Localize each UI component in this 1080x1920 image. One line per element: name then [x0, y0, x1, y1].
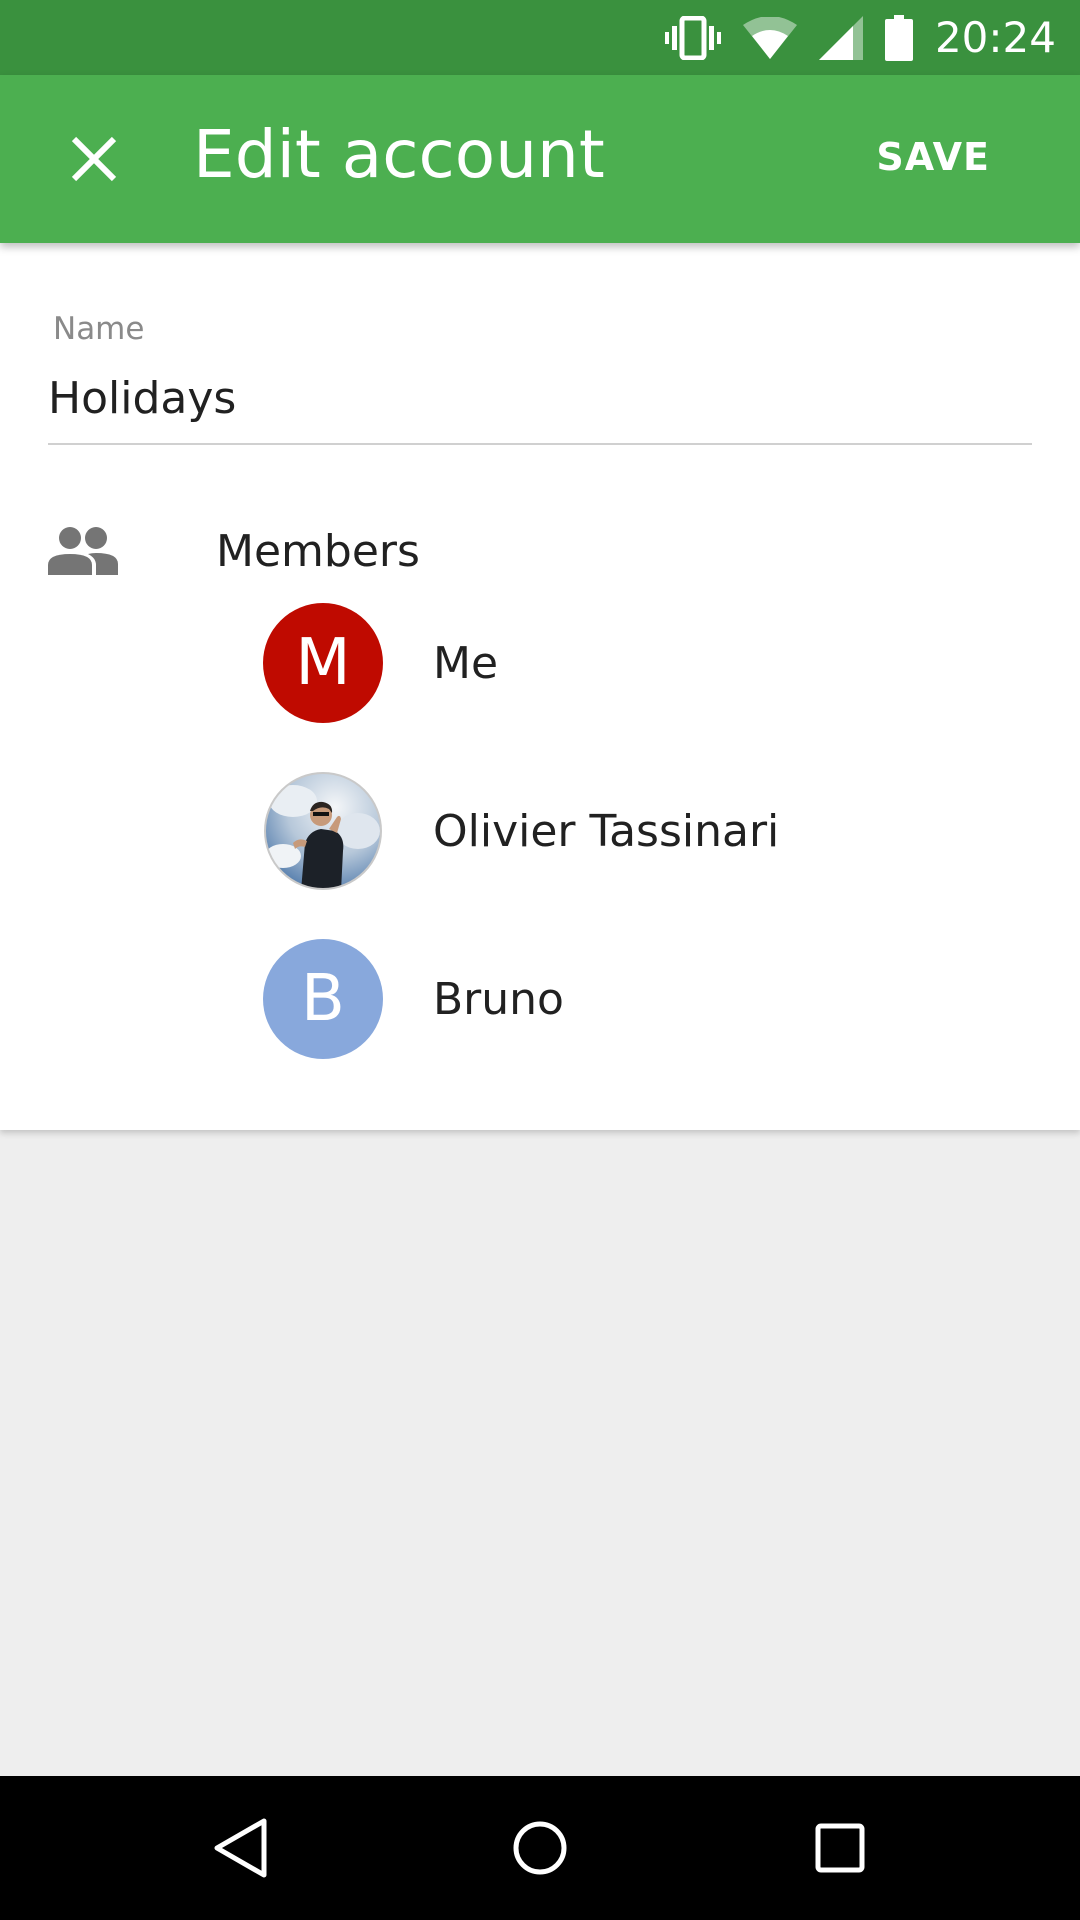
- member-item-olivier-tassinari[interactable]: Olivier Tassinari: [263, 771, 779, 891]
- name-label: Name: [53, 311, 145, 347]
- page-title: Edit account: [193, 116, 605, 193]
- people-icon: [48, 527, 118, 575]
- profile-photo: [264, 772, 382, 890]
- close-button[interactable]: [48, 113, 140, 205]
- home-button[interactable]: [498, 1806, 582, 1890]
- recents-icon: [815, 1823, 865, 1873]
- member-item-me[interactable]: M Me: [263, 603, 498, 723]
- name-input[interactable]: [48, 368, 1032, 428]
- member-name: Me: [433, 637, 499, 689]
- save-button[interactable]: SAVE: [876, 135, 990, 179]
- navigation-bar: [0, 1776, 1080, 1920]
- status-time: 20:24: [934, 13, 1056, 62]
- members-title: Members: [216, 526, 420, 577]
- avatar-initial: M: [295, 626, 351, 700]
- back-button[interactable]: [198, 1806, 282, 1890]
- battery-icon: [884, 14, 913, 61]
- vibrate-icon: [664, 15, 721, 60]
- avatar-initial: B: [301, 962, 345, 1036]
- close-icon: [71, 136, 117, 182]
- avatar: [263, 771, 383, 891]
- avatar: B: [263, 939, 383, 1059]
- avatar: M: [263, 603, 383, 723]
- status-icons: 20:24: [664, 0, 1056, 75]
- back-icon: [214, 1818, 267, 1878]
- wifi-icon: [742, 16, 797, 59]
- cell-signal-icon: [818, 15, 863, 60]
- recents-button[interactable]: [798, 1806, 882, 1890]
- member-item-bruno[interactable]: B Bruno: [263, 939, 564, 1059]
- home-icon: [513, 1821, 567, 1875]
- member-name: Olivier Tassinari: [433, 805, 780, 857]
- name-underline: [48, 443, 1032, 445]
- edit-form-card: Name Members M Me: [0, 243, 1080, 1130]
- status-bar: 20:24: [0, 0, 1080, 75]
- member-name: Bruno: [433, 973, 564, 1025]
- app-bar: Edit account SAVE: [0, 75, 1080, 243]
